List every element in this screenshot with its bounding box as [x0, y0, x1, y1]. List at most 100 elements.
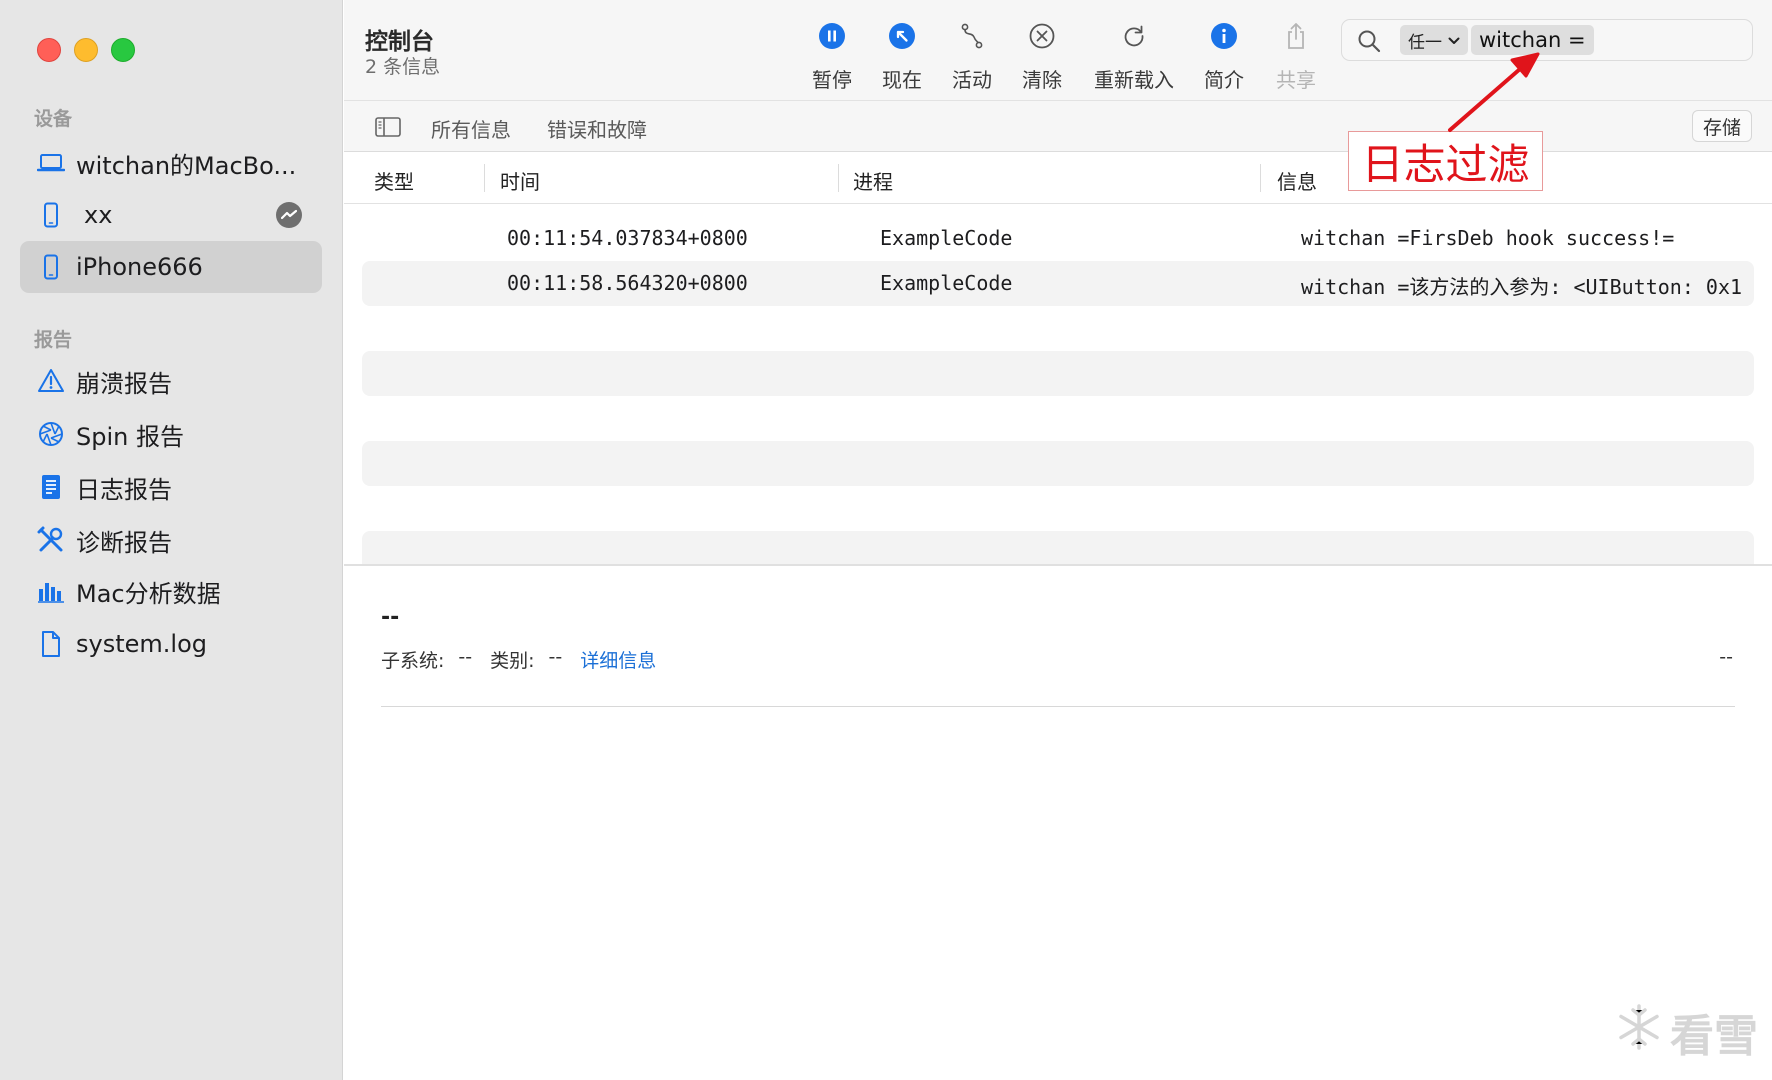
sidebar-item-diagnostic-reports[interactable]: 诊断报告: [20, 514, 322, 566]
annotation-label: 日志过滤: [1348, 131, 1543, 191]
save-button[interactable]: 存储: [1691, 110, 1752, 142]
now-button[interactable]: 现在: [882, 20, 922, 93]
messenger-icon: [276, 202, 302, 228]
sidebar-item-spin-reports[interactable]: Spin 报告: [20, 408, 322, 460]
iphone-icon: [36, 252, 66, 282]
window-controls: [37, 38, 135, 62]
empty-row: [362, 441, 1754, 486]
close-button[interactable]: [37, 38, 61, 62]
sidebar-item-iphone666[interactable]: iPhone666: [20, 241, 322, 293]
column-divider: [838, 164, 839, 192]
pause-button[interactable]: 暂停: [812, 20, 852, 93]
aperture-icon: [36, 419, 66, 449]
sidebar-item-xx[interactable]: xx: [20, 189, 322, 241]
column-process[interactable]: 进程: [853, 166, 893, 195]
detail-divider: [381, 706, 1735, 707]
reload-label: 重新载入: [1094, 68, 1174, 92]
category-label: 类别:: [490, 650, 535, 672]
column-message[interactable]: 信息: [1277, 166, 1317, 195]
detail-right-value: --: [1719, 646, 1733, 668]
cell-time: 00:11:58.564320+0800: [507, 271, 748, 295]
detail-meta: 子系统: -- 类别: -- 详细信息: [381, 646, 656, 673]
document-icon: [36, 472, 66, 502]
share-button[interactable]: 共享: [1276, 20, 1316, 93]
sidebar-item-label: witchan的MacBo...: [76, 151, 297, 180]
search-token[interactable]: witchan =: [1471, 25, 1594, 55]
watermark-text: 看雪: [1670, 1011, 1758, 1062]
table-row[interactable]: 00:11:58.564320+0800 ExampleCode witchan…: [362, 261, 1754, 306]
filter-bar: 所有信息 错误和故障 存储: [344, 100, 1772, 152]
message-count: 2 条信息: [365, 56, 441, 78]
search-scope-dropdown[interactable]: 任一: [1400, 25, 1468, 55]
search-field[interactable]: 任一 witchan =: [1341, 19, 1753, 61]
reload-icon: [1118, 20, 1150, 52]
devices-section-title: 设备: [34, 108, 73, 130]
tab-errors-faults[interactable]: 错误和故障: [547, 114, 647, 143]
search-icon: [1356, 28, 1382, 58]
sidebar-item-system-log[interactable]: system.log: [20, 618, 322, 670]
sidebar-item-label: iPhone666: [76, 253, 203, 281]
sidebar-item-label: Spin 报告: [76, 422, 184, 451]
detail-title: --: [381, 605, 400, 630]
sidebar-item-label: xx: [84, 201, 113, 229]
laptop-icon: [36, 148, 66, 178]
table-row[interactable]: 00:11:54.037834+0800 ExampleCode witchan…: [362, 216, 1754, 261]
page-title: 控制台: [365, 29, 434, 55]
empty-row: [362, 351, 1754, 396]
sidebar-item-label: Mac分析数据: [76, 579, 221, 608]
cell-process: ExampleCode: [880, 226, 1013, 250]
sidebar-item-crash-reports[interactable]: 崩溃报告: [20, 355, 322, 407]
cell-message: witchan =该方法的入参为: <UIButton: 0x1: [1301, 275, 1743, 299]
activity-icon: [956, 20, 988, 52]
tab-all-messages[interactable]: 所有信息: [431, 114, 511, 143]
now-label: 现在: [882, 68, 922, 92]
subsystem-value: --: [458, 646, 473, 668]
pause-label: 暂停: [812, 68, 852, 92]
console-window: 设备 witchan的MacBo... xx iPhone666 报告 崩溃报告…: [0, 0, 1772, 1080]
share-label: 共享: [1276, 68, 1316, 92]
clear-button[interactable]: 清除: [1022, 20, 1062, 93]
clear-label: 清除: [1022, 68, 1062, 92]
main-panel: 控制台 2 条信息 暂停 现在 活动 清除 重新载入 简介 共享 任一 witc…: [344, 0, 1772, 1080]
sidebar-item-mac-analytics[interactable]: Mac分析数据: [20, 565, 322, 617]
column-header: 类型 时间 进程 信息: [344, 152, 1772, 204]
file-icon: [36, 629, 66, 659]
reload-button[interactable]: 重新载入: [1094, 20, 1174, 93]
cell-message: witchan =FirsDeb hook success!=: [1301, 226, 1675, 250]
subsystem-label: 子系统:: [381, 650, 445, 672]
pane-splitter[interactable]: [344, 564, 1772, 566]
cell-time: 00:11:54.037834+0800: [507, 226, 748, 250]
info-icon: [1208, 20, 1240, 52]
column-divider: [484, 164, 485, 192]
column-type[interactable]: 类型: [374, 166, 414, 195]
minimize-button[interactable]: [74, 38, 98, 62]
share-icon: [1280, 20, 1312, 52]
activity-label: 活动: [952, 68, 992, 92]
column-divider: [1260, 164, 1261, 192]
tools-icon: [36, 525, 66, 555]
column-time[interactable]: 时间: [500, 166, 540, 195]
bar-chart-icon: [36, 576, 66, 606]
activity-button[interactable]: 活动: [952, 20, 992, 93]
sidebar-toggle-icon[interactable]: [375, 117, 401, 141]
toolbar: 控制台 2 条信息 暂停 现在 活动 清除 重新载入 简介 共享 任一 witc…: [344, 0, 1772, 100]
sidebar-item-label: system.log: [76, 630, 207, 658]
sidebar-item-label: 诊断报告: [76, 528, 172, 557]
zoom-button[interactable]: [111, 38, 135, 62]
chevron-down-icon: [1448, 30, 1460, 50]
sidebar-item-label: 日志报告: [76, 475, 172, 504]
info-button[interactable]: 简介: [1204, 20, 1244, 93]
sidebar-item-label: 崩溃报告: [76, 369, 172, 398]
cell-process: ExampleCode: [880, 271, 1013, 295]
empty-row: [362, 531, 1754, 564]
reports-section-title: 报告: [34, 329, 73, 351]
info-label: 简介: [1204, 68, 1244, 92]
jump-now-icon: [886, 20, 918, 52]
sidebar-item-log-reports[interactable]: 日志报告: [20, 461, 322, 513]
pause-icon: [816, 20, 848, 52]
sidebar-item-macbook[interactable]: witchan的MacBo...: [20, 137, 322, 189]
sidebar: 设备 witchan的MacBo... xx iPhone666 报告 崩溃报告…: [0, 0, 343, 1080]
warning-icon: [36, 366, 66, 396]
details-link[interactable]: 详细信息: [580, 646, 656, 673]
iphone-icon: [36, 200, 66, 230]
